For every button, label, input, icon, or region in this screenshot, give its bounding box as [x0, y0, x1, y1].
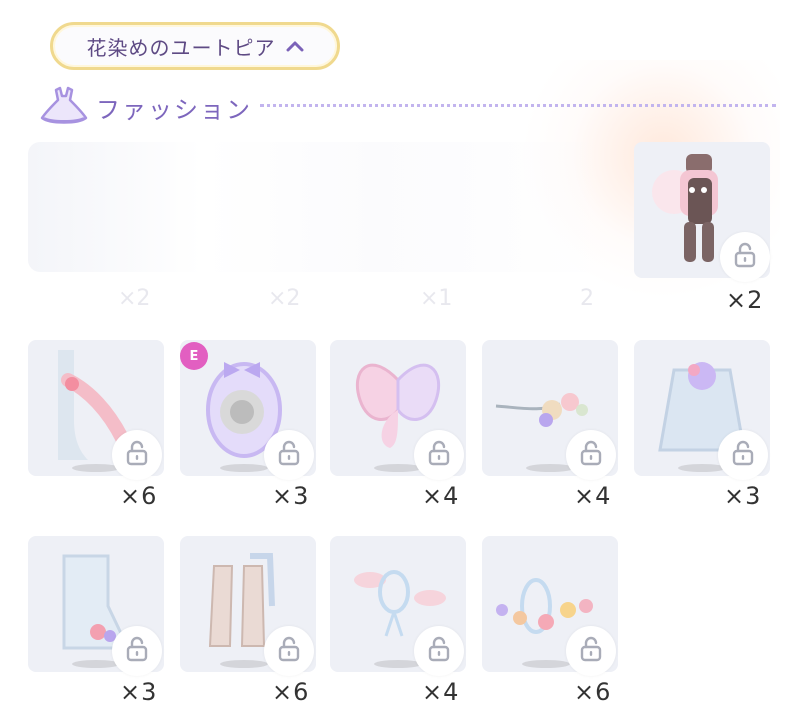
item-card[interactable]	[28, 340, 164, 480]
lock-badge	[264, 626, 314, 676]
item-qty: ×6	[272, 678, 310, 706]
item-card[interactable]	[180, 536, 316, 676]
unlock-icon	[577, 439, 605, 471]
item-qty: ×6	[574, 678, 612, 706]
lock-badge	[566, 626, 616, 676]
item-qty: ×4	[574, 482, 612, 510]
unlock-icon	[123, 439, 151, 471]
lock-badge	[720, 232, 770, 282]
faded-qty: ×2	[118, 286, 151, 311]
item-qty: ×6	[120, 482, 158, 510]
section-header: ファッション	[32, 84, 776, 128]
lock-badge	[414, 626, 464, 676]
collection-name: 花染めのユートピア	[86, 35, 276, 60]
item-card[interactable]	[330, 536, 466, 676]
unlock-icon	[275, 635, 303, 667]
dress-icon	[36, 84, 92, 128]
item-qty: ×4	[422, 482, 460, 510]
unlock-icon	[729, 439, 757, 471]
lock-badge	[264, 430, 314, 480]
unlock-icon	[731, 241, 759, 273]
item-card[interactable]	[330, 340, 466, 480]
unlock-icon	[425, 439, 453, 471]
item-card[interactable]	[482, 340, 618, 480]
item-card[interactable]	[28, 536, 164, 676]
item-qty: ×3	[272, 482, 310, 510]
divider	[260, 104, 776, 107]
chevron-up-icon	[286, 37, 304, 56]
item-qty: ×3	[120, 678, 158, 706]
item-qty: ×3	[724, 482, 762, 510]
faded-qty: ×1	[420, 286, 453, 311]
lock-badge	[414, 430, 464, 480]
faded-qty: ×2	[268, 286, 301, 311]
unlock-icon	[123, 635, 151, 667]
item-qty: ×4	[422, 678, 460, 706]
faded-row	[28, 142, 608, 272]
faded-qty: 2	[580, 286, 594, 311]
unlock-icon	[275, 439, 303, 471]
edit-badge: E	[180, 342, 208, 370]
section-title: ファッション	[96, 96, 252, 124]
collection-selector[interactable]: 花染めのユートピア	[50, 22, 340, 70]
unlock-icon	[577, 635, 605, 667]
item-qty: ×2	[726, 286, 764, 314]
lock-badge	[566, 430, 616, 480]
lock-badge	[112, 626, 162, 676]
item-card[interactable]	[634, 340, 770, 480]
lock-badge	[112, 430, 162, 480]
item-card[interactable]	[482, 536, 618, 676]
lock-badge	[718, 430, 768, 480]
item-card-featured[interactable]	[634, 142, 770, 282]
unlock-icon	[425, 635, 453, 667]
